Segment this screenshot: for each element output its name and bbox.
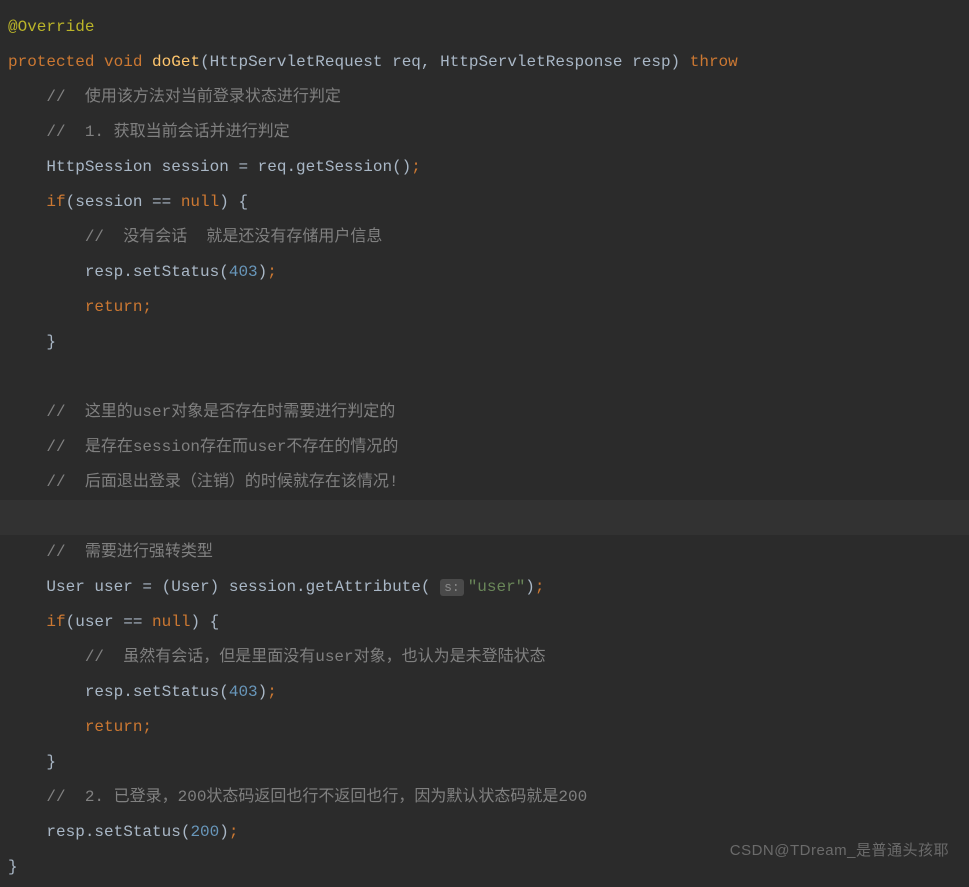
paren-close: ) — [219, 823, 229, 841]
string-literal: "user" — [468, 578, 526, 596]
code-line: } — [0, 325, 969, 360]
code-line: @Override — [0, 10, 969, 45]
statement: HttpSession session = req.getSession() — [46, 158, 411, 176]
brace-close: } — [46, 753, 56, 771]
annotation: @Override — [8, 18, 94, 36]
condition-end: ) { — [190, 613, 219, 631]
comment: // 2. 已登录，200状态码返回也行不返回也行，因为默认状态码就是200 — [46, 788, 587, 806]
watermark-text: CSDN@TDream_是普通头孩耶 — [730, 833, 949, 868]
semicolon: ; — [267, 683, 277, 701]
code-line: // 没有会话 就是还没有存储用户信息 — [0, 220, 969, 255]
comment: // 没有会话 就是还没有存储用户信息 — [85, 228, 383, 246]
params: (HttpServletRequest req, HttpServletResp… — [200, 53, 690, 71]
number-literal: 403 — [229, 263, 258, 281]
condition: (session == — [66, 193, 181, 211]
parameter-hint: s: — [440, 579, 464, 596]
keyword-if: if — [46, 193, 65, 211]
keyword-null: null — [152, 613, 190, 631]
code-line: // 2. 已登录，200状态码返回也行不返回也行，因为默认状态码就是200 — [0, 780, 969, 815]
comment: // 虽然有会话，但是里面没有user对象，也认为是未登陆状态 — [85, 648, 546, 666]
comment: // 需要进行强转类型 — [46, 543, 212, 561]
condition: (user == — [66, 613, 152, 631]
keyword-void: void — [104, 53, 142, 71]
number-literal: 403 — [229, 683, 258, 701]
code-line: resp.setStatus(403); — [0, 675, 969, 710]
number-literal: 200 — [190, 823, 219, 841]
code-line: resp.setStatus(403); — [0, 255, 969, 290]
keyword-if: if — [46, 613, 65, 631]
keyword-null: null — [181, 193, 219, 211]
code-line: if(session == null) { — [0, 185, 969, 220]
paren-close: ) — [258, 683, 268, 701]
semicolon: ; — [142, 298, 152, 316]
comment: // 是存在session存在而user不存在的情况的 — [46, 438, 398, 456]
brace-close: } — [8, 858, 18, 876]
code-line: // 需要进行强转类型 — [0, 535, 969, 570]
semicolon: ; — [142, 718, 152, 736]
paren-close: ) — [525, 578, 535, 596]
comment: // 使用该方法对当前登录状态进行判定 — [46, 88, 340, 106]
comment: // 后面退出登录（注销）的时候就存在该情况! — [46, 473, 398, 491]
code-line: return; — [0, 710, 969, 745]
semicolon: ; — [267, 263, 277, 281]
code-line: } — [0, 745, 969, 780]
code-line: if(user == null) { — [0, 605, 969, 640]
code-line-highlighted — [0, 500, 969, 535]
comment: // 1. 获取当前会话并进行判定 — [46, 123, 289, 141]
paren-close: ) — [258, 263, 268, 281]
semicolon: ; — [535, 578, 545, 596]
method-name: doGet — [152, 53, 200, 71]
keyword-return: return — [85, 718, 143, 736]
brace-close: } — [46, 333, 56, 351]
code-line: HttpSession session = req.getSession(); — [0, 150, 969, 185]
method-call: resp.setStatus( — [85, 263, 229, 281]
code-line: // 后面退出登录（注销）的时候就存在该情况! — [0, 465, 969, 500]
keyword-return: return — [85, 298, 143, 316]
method-call: resp.setStatus( — [85, 683, 229, 701]
code-editor[interactable]: @Override protected void doGet(HttpServl… — [0, 10, 969, 885]
code-line: // 这里的user对象是否存在时需要进行判定的 — [0, 395, 969, 430]
statement: User user = (User) session.getAttribute( — [46, 578, 430, 596]
code-line: // 使用该方法对当前登录状态进行判定 — [0, 80, 969, 115]
comment: // 这里的user对象是否存在时需要进行判定的 — [46, 403, 395, 421]
code-line: // 是存在session存在而user不存在的情况的 — [0, 430, 969, 465]
code-line: protected void doGet(HttpServletRequest … — [0, 45, 969, 80]
code-line-empty — [0, 360, 969, 395]
keyword-throws: throw — [690, 53, 738, 71]
keyword-protected: protected — [8, 53, 94, 71]
code-line: // 1. 获取当前会话并进行判定 — [0, 115, 969, 150]
method-call: resp.setStatus( — [46, 823, 190, 841]
semicolon: ; — [229, 823, 239, 841]
code-line: // 虽然有会话，但是里面没有user对象，也认为是未登陆状态 — [0, 640, 969, 675]
code-line: User user = (User) session.getAttribute(… — [0, 570, 969, 605]
condition-end: ) { — [219, 193, 248, 211]
code-line: return; — [0, 290, 969, 325]
semicolon: ; — [411, 158, 421, 176]
